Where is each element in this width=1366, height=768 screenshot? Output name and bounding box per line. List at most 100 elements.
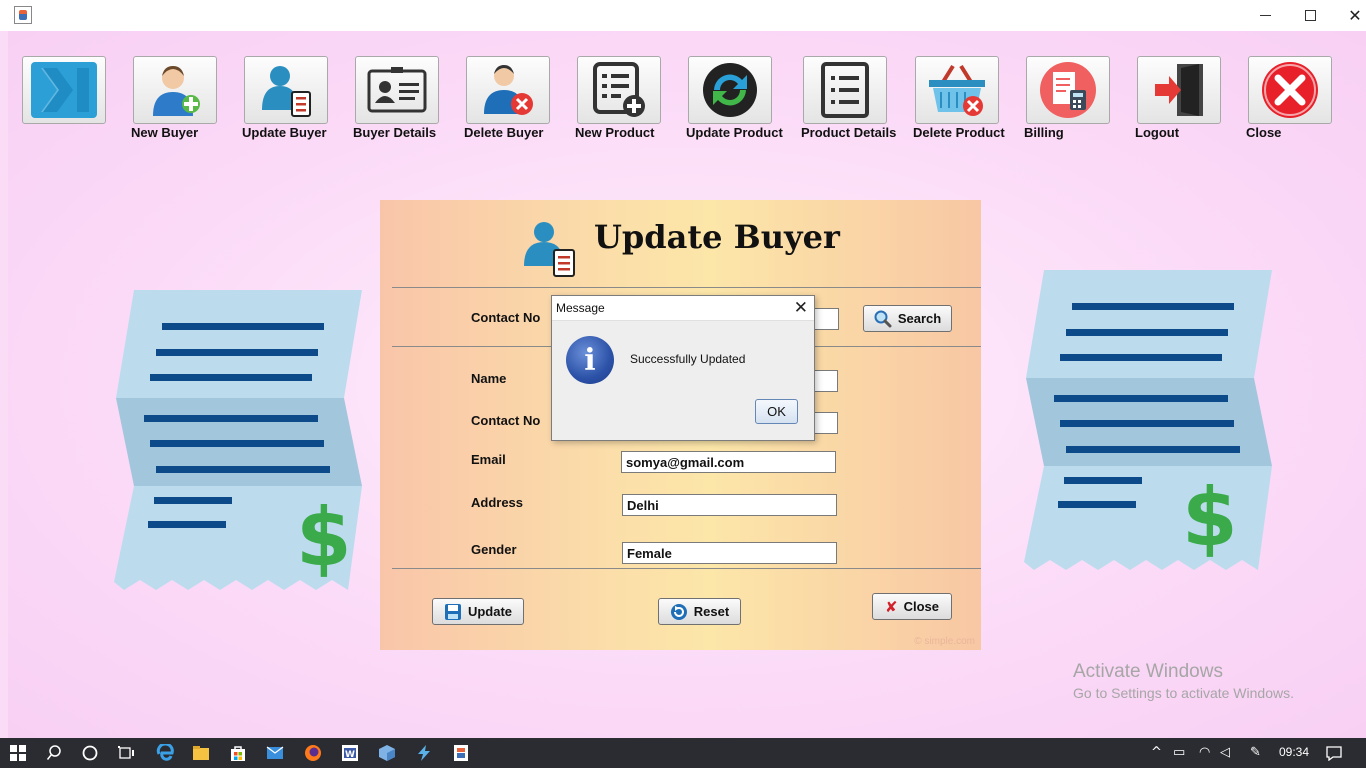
delete-buyer-button[interactable] (466, 56, 550, 124)
new-product-button[interactable] (577, 56, 661, 124)
new-product-label: New Product (575, 125, 655, 140)
edge-button[interactable] (153, 741, 177, 765)
word-icon: W (342, 745, 358, 761)
save-icon (444, 603, 461, 620)
search-taskbar-button[interactable] (42, 741, 66, 765)
list-icon (821, 62, 869, 118)
update-button[interactable]: Update (432, 598, 524, 625)
close-x-icon: ✘ (885, 597, 898, 616)
new-buyer-label: New Buyer (131, 125, 199, 140)
dialog-message: Successfully Updated (630, 352, 746, 366)
update-buyer-label: Update Buyer (242, 125, 327, 140)
pen-icon[interactable]: ✎ (1250, 745, 1261, 760)
activation-subtitle: Go to Settings to activate Windows. (1073, 685, 1294, 701)
close-icon: ✕ (1348, 6, 1362, 25)
dialog-close-icon[interactable]: ✕ (794, 298, 808, 318)
lightning-icon (418, 745, 430, 761)
file-explorer-button[interactable] (189, 741, 213, 765)
update-user-icon (262, 66, 311, 117)
mail-button[interactable] (263, 741, 287, 765)
logout-button[interactable] (1137, 56, 1221, 124)
billing-button[interactable] (1026, 56, 1110, 124)
ok-button[interactable]: OK (755, 399, 798, 424)
maximize-button[interactable] (1287, 0, 1333, 31)
java-app-taskbar-button[interactable] (449, 741, 473, 765)
folder-icon (193, 746, 209, 760)
start-button[interactable] (6, 741, 30, 765)
dialog-title: Message (556, 301, 605, 315)
buyer-details-button[interactable] (355, 56, 439, 124)
update-product-label: Update Product (686, 125, 783, 140)
maximize-icon (1304, 10, 1316, 21)
new-buyer-button[interactable] (133, 56, 217, 124)
tray-chevron-icon[interactable]: ^ (1151, 745, 1162, 760)
receipt-illustration-right: $ (1024, 270, 1272, 570)
notifications-button[interactable] (1322, 741, 1346, 765)
java-icon (454, 745, 468, 761)
close-label: Close (1246, 125, 1282, 140)
volume-icon[interactable]: ◁ (1220, 745, 1230, 760)
product-details-label: Product Details (801, 125, 897, 140)
netbeans-button[interactable] (412, 741, 436, 765)
id-card-icon (367, 67, 427, 113)
store-button[interactable] (226, 741, 250, 765)
search-icon (46, 745, 61, 760)
divider (392, 287, 981, 288)
receipt-illustration-left: $ (114, 290, 362, 590)
address-field[interactable] (622, 494, 837, 516)
gender-field[interactable] (622, 542, 837, 564)
reset-button[interactable]: Reset (658, 598, 741, 625)
minimize-button[interactable] (1242, 0, 1288, 31)
billing-label: Billing (1024, 125, 1064, 140)
delete-product-label: Delete Product (913, 125, 1005, 140)
battery-icon[interactable]: ▭ (1173, 745, 1185, 760)
watermark: © simple.com (914, 636, 975, 647)
store-icon (231, 746, 245, 761)
name-label: Name (471, 371, 507, 386)
info-icon: i (566, 336, 614, 384)
add-user-icon (153, 66, 200, 116)
svg-text:$: $ (296, 491, 352, 584)
contact-no-label: Contact No (471, 413, 541, 428)
title-bar: ✕ (0, 0, 1366, 31)
update-buyer-button[interactable] (244, 56, 328, 124)
delete-basket-icon (929, 64, 985, 116)
wifi-icon[interactable]: ◠ (1199, 745, 1210, 760)
logout-icon (1155, 64, 1203, 116)
divider (392, 568, 981, 569)
delete-buyer-label: Delete Buyer (464, 125, 544, 140)
cortana-button[interactable] (78, 741, 102, 765)
mail-icon (266, 746, 284, 759)
delete-user-icon (484, 65, 533, 115)
java-app-icon (14, 6, 32, 24)
billing-icon (1040, 62, 1096, 118)
search-icon (874, 310, 892, 327)
product-details-button[interactable] (803, 56, 887, 124)
firefox-icon (305, 745, 321, 761)
page-title: Update Buyer (594, 218, 840, 256)
taskbar: W ^ ▭ ◠ ◁ ✎ 09:34 (0, 738, 1366, 768)
task-view-button[interactable] (114, 741, 138, 765)
update-button-label: Update (467, 604, 513, 619)
update-product-button[interactable] (688, 56, 772, 124)
close-app-button[interactable] (1248, 56, 1332, 124)
task-view-icon (118, 746, 134, 759)
svg-text:$: $ (1182, 471, 1238, 564)
word-button[interactable]: W (338, 741, 362, 765)
cortana-icon (82, 745, 98, 761)
window-close-button[interactable]: ✕ (1332, 0, 1366, 31)
minimize-icon (1259, 15, 1271, 16)
gender-label: Gender (471, 542, 517, 557)
email-field[interactable] (621, 451, 836, 473)
reset-button-label: Reset (693, 604, 730, 619)
form-close-button[interactable]: ✘ Close (872, 593, 952, 620)
activation-title: Activate Windows (1073, 661, 1223, 682)
skip-button[interactable] (22, 56, 106, 124)
search-button[interactable]: Search (863, 305, 952, 332)
firefox-button[interactable] (301, 741, 325, 765)
windows-logo-icon (10, 745, 26, 761)
virtualbox-button[interactable] (375, 741, 399, 765)
address-label: Address (471, 495, 524, 510)
delete-product-button[interactable] (915, 56, 999, 124)
clock[interactable]: 09:34 (1279, 745, 1309, 759)
